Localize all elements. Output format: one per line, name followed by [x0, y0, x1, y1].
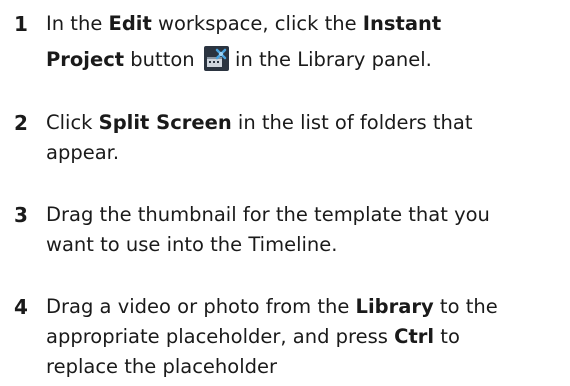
step-line: Click Split Screen in the list of folder… — [46, 111, 473, 134]
ui-term-project: Project — [46, 48, 125, 71]
step-text: In the Edit workspace, click the Instant… — [46, 6, 566, 78]
step-line: Drag a video or photo from the Library t… — [46, 295, 498, 318]
ui-term-library: Library — [355, 295, 434, 318]
step-line: want to use into the Timeline. — [46, 233, 338, 256]
step-line: In the Edit workspace, click the Instant — [46, 12, 442, 35]
instant-project-icon — [203, 46, 229, 71]
step-number: 2 — [14, 111, 28, 135]
step-line: Drag the thumbnail for the template that… — [46, 203, 490, 226]
step-text: Drag a video or photo from the Library t… — [46, 292, 566, 382]
ui-term-edit: Edit — [108, 12, 152, 35]
step-number: 3 — [14, 203, 28, 227]
step-text: Drag the thumbnail for the template that… — [46, 200, 566, 260]
step-text: Click Split Screen in the list of folder… — [46, 108, 566, 168]
ui-term-ctrl: Ctrl — [394, 325, 435, 348]
ui-term-instant-project: Instant — [362, 12, 442, 35]
step-line: appropriate placeholder, and press Ctrl … — [46, 325, 460, 348]
step-number: 4 — [14, 295, 28, 319]
step-line: replace the placeholder — [46, 355, 278, 378]
step-line: appear. — [46, 141, 120, 164]
step-number: 1 — [14, 12, 28, 36]
ui-term-split-screen: Split Screen — [98, 111, 232, 134]
step-line: Project button in the Library panel. — [46, 46, 432, 71]
